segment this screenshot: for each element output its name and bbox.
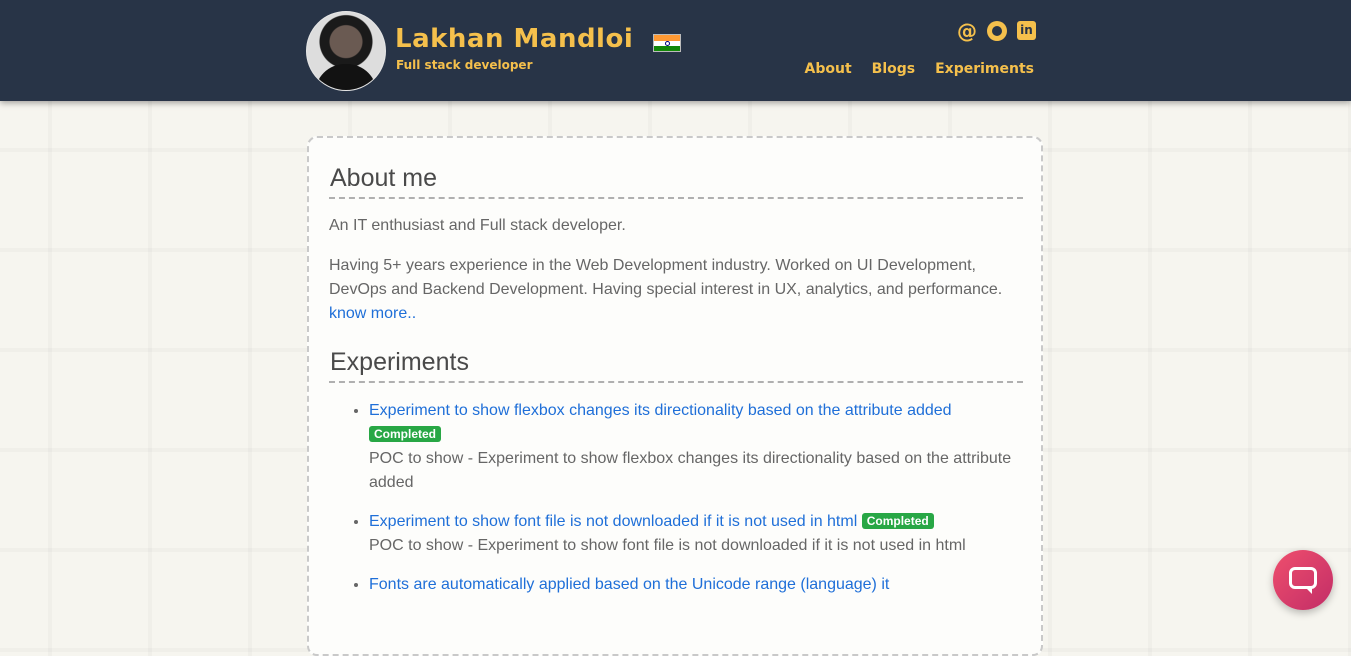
about-description: Having 5+ years experience in the Web De…	[329, 254, 1023, 326]
status-badge: Completed	[861, 513, 934, 529]
nav-about[interactable]: About	[805, 61, 852, 77]
list-item: Experiment to show flexbox changes its d…	[369, 399, 1023, 495]
nav-experiments[interactable]: Experiments	[935, 61, 1034, 77]
experiment-link[interactable]: Experiment to show font file is not down…	[369, 513, 857, 530]
about-heading: About me	[329, 164, 1023, 199]
experiment-description: POC to show - Experiment to show flexbox…	[369, 450, 1012, 491]
experiments-heading: Experiments	[329, 348, 1023, 383]
social-links: @ in	[957, 21, 1036, 41]
content-card: About me An IT enthusiast and Full stack…	[307, 136, 1043, 656]
site-header: Lakhan Mandloi Full stack developer @ in…	[0, 0, 1351, 101]
experiment-link[interactable]: Fonts are automatically applied based on…	[369, 576, 889, 593]
about-description-text: Having 5+ years experience in the Web De…	[329, 257, 1003, 298]
avatar[interactable]	[306, 11, 386, 91]
list-item: Experiment to show font file is not down…	[369, 510, 1023, 558]
experiments-list: Experiment to show flexbox changes its d…	[329, 399, 1023, 597]
github-icon[interactable]	[987, 21, 1007, 41]
status-badge: Completed	[369, 426, 442, 442]
main-nav: About Blogs Experiments	[805, 61, 1034, 77]
know-more-link[interactable]: know more..	[329, 305, 416, 322]
email-icon[interactable]: @	[957, 21, 977, 41]
nav-blogs[interactable]: Blogs	[872, 61, 915, 77]
chat-icon	[1289, 567, 1317, 594]
header-inner: Lakhan Mandloi Full stack developer @ in…	[306, 0, 1036, 101]
experiment-description: POC to show - Experiment to show font fi…	[369, 537, 966, 554]
site-subtitle: Full stack developer	[396, 58, 533, 72]
list-item: Fonts are automatically applied based on…	[369, 573, 1023, 597]
site-name[interactable]: Lakhan Mandloi	[395, 24, 633, 54]
linkedin-icon[interactable]: in	[1017, 21, 1036, 40]
chat-widget-button[interactable]	[1273, 550, 1333, 610]
about-intro: An IT enthusiast and Full stack develope…	[329, 217, 626, 234]
india-flag-icon	[653, 34, 681, 52]
experiment-link[interactable]: Experiment to show flexbox changes its d…	[369, 402, 952, 419]
